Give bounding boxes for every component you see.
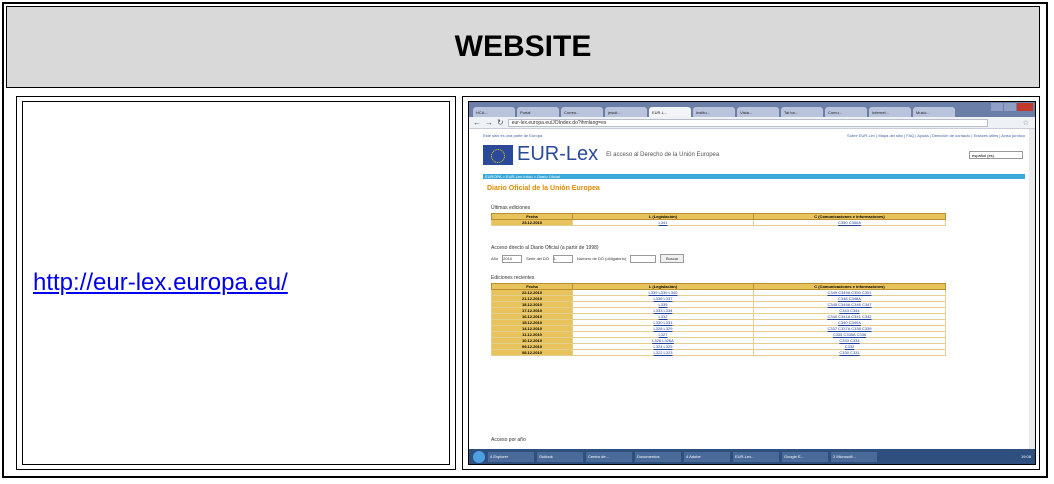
- number-input[interactable]: [630, 254, 657, 263]
- forward-icon[interactable]: →: [485, 118, 493, 127]
- taskbar-item[interactable]: Centro de...: [586, 451, 632, 462]
- browser-tab-active[interactable]: EUR-L...: [649, 107, 691, 117]
- table-row: 08.12.2010 L322 L323 C330 C331: [491, 349, 946, 356]
- taskbar-item[interactable]: Documentos: [635, 451, 681, 462]
- web-page: Este sitio es una parte de Europa Sobre …: [469, 129, 1035, 451]
- browser-tab[interactable]: HCA...: [473, 107, 515, 117]
- taskbar-item[interactable]: 2 Microsoft...: [831, 451, 877, 462]
- recent-editions-title: Ediciones recientes: [491, 275, 535, 281]
- taskbar-item[interactable]: EUR-Lex...: [733, 451, 779, 462]
- eurlex-logo[interactable]: EUR-Lex: [517, 143, 598, 166]
- browser-tabbar: HCA... Portal Correo... jesuit... EUR-L.…: [469, 102, 1035, 117]
- breadcrumb[interactable]: EUROPA > EUR-Lex Inicio > Diario Oficial: [483, 174, 1025, 179]
- start-button-icon[interactable]: [473, 450, 485, 463]
- direct-access-title: Acceso directo al Diario Oficial (a part…: [491, 245, 599, 251]
- windows-taskbar: 4 Explorer Outlook Centro de... Document…: [469, 449, 1035, 464]
- cell-l[interactable]: L341: [572, 219, 754, 226]
- cell-date: 23.12.2010: [491, 219, 573, 226]
- year-access-title: Acceso por año: [491, 437, 526, 443]
- cell-c[interactable]: C330 C331: [753, 349, 946, 356]
- direct-access-form: Año 2010 Serie del DO L Número de DO (ob…: [491, 254, 685, 263]
- search-button[interactable]: Buscar: [660, 254, 685, 263]
- taskbar-item[interactable]: 4 Explorer: [488, 451, 534, 462]
- address-bar[interactable]: eur-lex.europa.eu/JOIndex.do?ihmlang=es: [507, 118, 988, 127]
- utility-links[interactable]: Sobre EUR-Lex | Mapa del sitio | FAQ | A…: [847, 133, 1025, 138]
- browser-tab[interactable]: Correo...: [561, 107, 603, 117]
- europa-note[interactable]: Este sitio es una parte de Europa: [483, 133, 542, 138]
- last-editions-title: Últimas ediciones: [491, 205, 531, 211]
- recent-rows: 22.12.2010 L339 L339 L340 C349 C349A C350 …: [491, 289, 946, 356]
- cell-c[interactable]: C350 C350A: [753, 219, 946, 226]
- logo-subtitle: El acceso al Derecho de la Unión Europea: [606, 151, 720, 158]
- top-links: Este sitio es una parte de Europa Sobre …: [483, 133, 1025, 138]
- page-title: Diario Oficial de la Unión Europea: [487, 185, 600, 192]
- taskbar-item[interactable]: Outlook: [537, 451, 583, 462]
- link-cell: http://eur-lex.europa.eu/: [22, 101, 450, 465]
- eu-flag-icon: [483, 144, 513, 165]
- close-icon[interactable]: [1017, 103, 1033, 111]
- logo-row: EUR-Lex El acceso al Derecho de la Unión…: [483, 143, 719, 166]
- taskbar-clock: 19:08: [1020, 454, 1031, 459]
- last-editions-table: Fecha L (Legislación) C (Comunicaciones …: [491, 213, 946, 226]
- year-select[interactable]: 2010: [502, 254, 523, 263]
- browser-tab[interactable]: Tal ba...: [781, 107, 823, 117]
- reload-icon[interactable]: ↻: [497, 118, 504, 127]
- browser-navbar: ← → ↻ eur-lex.europa.eu/JOIndex.do?ihmla…: [469, 117, 1035, 129]
- header-title: WEBSITE: [454, 30, 592, 63]
- browser-tab[interactable]: jesuit...: [605, 107, 647, 117]
- maximize-icon[interactable]: [1004, 103, 1016, 111]
- minimize-icon[interactable]: [991, 103, 1003, 111]
- browser-tab[interactable]: Portal: [517, 107, 559, 117]
- window-controls: [991, 103, 1033, 111]
- taskbar-item[interactable]: 4 Adobe: [684, 451, 730, 462]
- language-select[interactable]: español (es): [969, 151, 1023, 159]
- header-cell: WEBSITE: [6, 6, 1040, 88]
- website-link[interactable]: http://eur-lex.europa.eu/: [33, 269, 288, 297]
- number-label: Número de DO (obligatorio): [577, 256, 627, 261]
- cell-date: 08.12.2010: [491, 349, 573, 356]
- page-scrollbar[interactable]: [1029, 129, 1035, 451]
- year-label: Año: [491, 256, 499, 261]
- series-select[interactable]: L: [553, 254, 574, 263]
- browser-tab[interactable]: Vista...: [737, 107, 779, 117]
- website-screenshot: HCA... Portal Correo... jesuit... EUR-L.…: [468, 101, 1036, 465]
- browser-tab[interactable]: Comu...: [825, 107, 867, 117]
- taskbar-item[interactable]: Google E...: [782, 451, 828, 462]
- star-icon[interactable]: ☆: [1023, 119, 1029, 127]
- browser-tab[interactable]: Institu...: [693, 107, 735, 117]
- browser-tab[interactable]: Internet...: [869, 107, 911, 117]
- recent-editions-table: Fecha L (Legislación) C (Comunicaciones …: [491, 283, 946, 356]
- back-icon[interactable]: ←: [473, 118, 481, 127]
- cell-l[interactable]: L322 L323: [572, 349, 754, 356]
- series-label: Serie del DO: [526, 256, 550, 261]
- browser-tab[interactable]: Music...: [913, 107, 955, 117]
